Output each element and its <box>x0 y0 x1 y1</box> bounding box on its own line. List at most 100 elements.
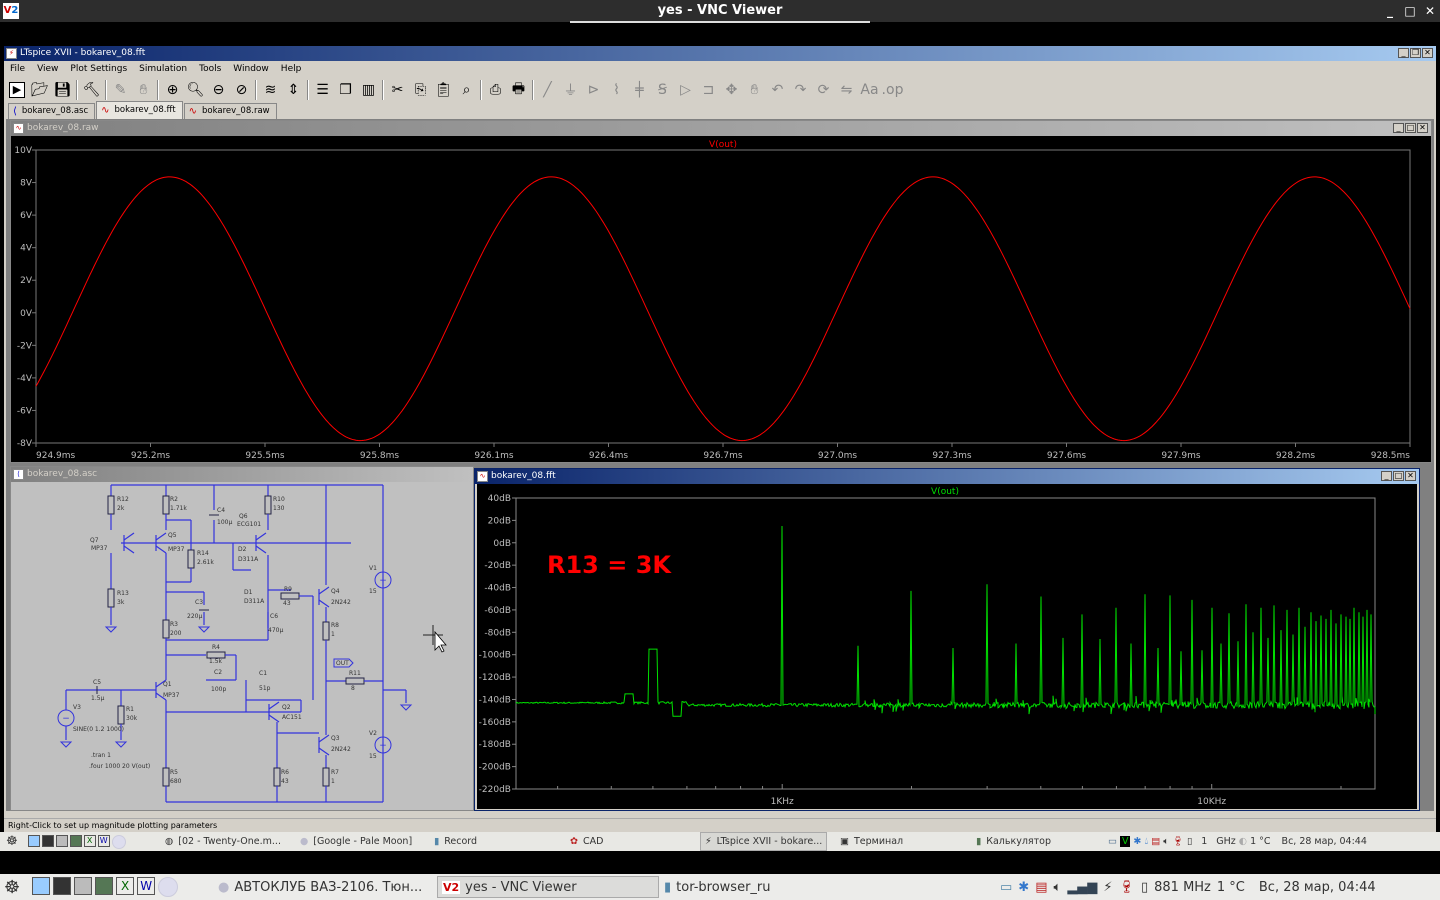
excel-icon[interactable]: X <box>83 834 96 847</box>
tile-vertical-icon[interactable]: ▥ <box>357 79 380 101</box>
maximize-button[interactable]: □ <box>1393 471 1404 481</box>
start-menu-icon[interactable]: ☸ <box>4 877 20 898</box>
cabinet-icon[interactable] <box>55 834 68 847</box>
close-button[interactable]: ✕ <box>1417 123 1428 133</box>
word-icon[interactable]: W <box>97 834 110 847</box>
menu-file[interactable]: File <box>4 62 31 77</box>
halt-icon[interactable]: ✋︎ <box>132 79 155 101</box>
task-calculator[interactable]: ▮ Калькулятор <box>976 836 1051 847</box>
minimize-button[interactable]: _ <box>1398 48 1409 58</box>
resistor-icon[interactable]: ⌇ <box>605 79 628 101</box>
draw-wire-icon[interactable]: ╱ <box>536 79 559 101</box>
bluetooth-icon[interactable]: ✱ <box>1133 836 1141 847</box>
drive-icon[interactable]: ▭ <box>1108 836 1117 847</box>
drop-icon[interactable]: 💧︎ <box>1144 836 1148 847</box>
cut-icon[interactable]: ✂ <box>386 79 409 101</box>
cabinet-icon[interactable] <box>74 877 93 895</box>
menu-window[interactable]: Window <box>227 62 275 77</box>
rotate-icon[interactable]: ⟳ <box>812 79 835 101</box>
task-cad[interactable]: ✿ CAD <box>570 836 603 847</box>
save-icon[interactable]: 💾︎ <box>51 79 74 101</box>
copy-icon[interactable]: ⎘ <box>409 79 432 101</box>
task-ltspice[interactable]: ⚡ LTspice XVII - bokare... <box>700 832 828 851</box>
tab-raw[interactable]: ∿ bokarev_08.raw <box>183 103 277 119</box>
task-record[interactable]: ▮ Record <box>434 836 477 847</box>
probe-icon[interactable]: ✎ <box>109 79 132 101</box>
print-icon[interactable]: 🖶︎ <box>507 79 530 101</box>
spice-directive-icon[interactable]: .op <box>881 79 904 101</box>
ground-icon[interactable]: ⏚ <box>559 79 582 101</box>
wine-icon[interactable]: 🍷︎ <box>1172 836 1184 847</box>
zoom-full-icon[interactable]: 🔍︎ <box>184 79 207 101</box>
calculator-icon[interactable] <box>69 834 82 847</box>
vnc-tray-icon[interactable]: V <box>1119 836 1131 847</box>
component-icon[interactable]: ⊐ <box>697 79 720 101</box>
minimize-button[interactable]: _ <box>1393 123 1404 133</box>
inductor-icon[interactable]: Ꞩ <box>651 79 674 101</box>
minimize-button[interactable]: _ <box>1381 471 1392 481</box>
zoom-cancel-icon[interactable]: ⊘ <box>230 79 253 101</box>
redo-icon[interactable]: ↷ <box>789 79 812 101</box>
maximize-button[interactable]: □ <box>1405 123 1416 133</box>
browser-icon[interactable] <box>158 877 179 897</box>
menu-help[interactable]: Help <box>275 62 308 77</box>
minimize-button[interactable]: _ <box>1380 0 1400 22</box>
paste-icon[interactable]: 📋︎ <box>432 79 455 101</box>
task-pale-moon[interactable]: ● [Google - Pale Moon] <box>300 836 412 847</box>
network-folder-icon[interactable]: ▭ <box>1000 880 1012 895</box>
files-icon[interactable] <box>32 877 51 895</box>
start-menu-icon[interactable]: ☸ <box>6 834 18 849</box>
task-browser[interactable]: ● АВТОКЛУБ ВАЗ-2106. Тюн... <box>218 880 422 895</box>
excel-icon[interactable]: X <box>116 877 135 895</box>
close-button[interactable]: ✕ <box>1405 471 1416 481</box>
files-icon[interactable] <box>27 834 40 847</box>
calculator-icon[interactable] <box>95 877 114 895</box>
menu-simulation[interactable]: Simulation <box>133 62 193 77</box>
word-icon[interactable]: W <box>137 877 156 895</box>
capacitor-icon[interactable]: ╪ <box>628 79 651 101</box>
browser-icon[interactable] <box>111 834 126 849</box>
task-terminal[interactable]: ▣ Терминал <box>840 836 903 847</box>
us-flag-icon[interactable]: ▤ <box>1035 880 1047 895</box>
menu-tools[interactable]: Tools <box>193 62 227 77</box>
mirror-icon[interactable]: ⇋ <box>835 79 858 101</box>
undo-icon[interactable]: ↶ <box>766 79 789 101</box>
power-icon[interactable]: ⚡ <box>1103 880 1112 895</box>
control-panel-icon[interactable]: 🔨︎ <box>80 79 103 101</box>
clock[interactable]: Вс, 28 мар, 04:44 <box>1282 836 1367 847</box>
terminal-icon[interactable] <box>53 877 72 895</box>
volume-icon[interactable]: 🔈︎ <box>1054 880 1062 895</box>
move-icon[interactable]: ✥ <box>720 79 743 101</box>
diode-icon[interactable]: ▷ <box>674 79 697 101</box>
close-button[interactable]: ✕ <box>1422 48 1433 58</box>
tile-horizontal-icon[interactable]: ☰ <box>311 79 334 101</box>
fft-plot[interactable]: 40dB 20dB 0dB -20dB -40dB -60dB -80dB -100dB -12… <box>477 484 1417 809</box>
task-music[interactable]: ◍ [02 - Twenty-One.m... <box>165 836 281 847</box>
label-net-icon[interactable]: ⊳ <box>582 79 605 101</box>
print-preview-icon[interactable]: ⎙ <box>484 79 507 101</box>
wine-icon[interactable]: 🍷︎ <box>1118 880 1135 895</box>
drag-icon[interactable]: ✋︎ <box>743 79 766 101</box>
cascade-icon[interactable]: ❐ <box>334 79 357 101</box>
manual-limits-icon[interactable]: ⇕ <box>282 79 305 101</box>
task-tor-browser[interactable]: ▮ tor-browser_ru <box>664 880 771 895</box>
maximize-button[interactable]: □ <box>1400 0 1420 22</box>
text-icon[interactable]: Aa <box>858 79 881 101</box>
tab-fft[interactable]: ∿ bokarev_08.fft <box>96 101 183 119</box>
zoom-in-icon[interactable]: ⊕ <box>161 79 184 101</box>
volume-icon[interactable]: 🔈︎ <box>1163 836 1169 847</box>
battery-icon[interactable]: ▯ <box>1141 880 1148 895</box>
battery-icon[interactable]: ▯ <box>1187 836 1192 847</box>
tab-asc[interactable]: ⟨ bokarev_08.asc <box>8 103 96 119</box>
menu-plot-settings[interactable]: Plot Settings <box>64 62 133 77</box>
bluetooth-icon[interactable]: ✱ <box>1018 880 1029 895</box>
transient-plot[interactable]: 10V 8V 6V 4V 2V 0V -2V -4V -6V -8V924.9ms 925.2ms 9… <box>11 136 1431 462</box>
autorange-icon[interactable]: ≋ <box>259 79 282 101</box>
restore-button[interactable]: ❐ <box>1410 48 1421 58</box>
zoom-out-icon[interactable]: ⊖ <box>207 79 230 101</box>
close-button[interactable]: ✕ <box>1420 0 1440 22</box>
terminal-icon[interactable] <box>41 834 54 847</box>
open-icon[interactable]: 📂︎ <box>28 79 51 101</box>
us-flag-icon[interactable]: ▤ <box>1151 836 1160 847</box>
menu-view[interactable]: View <box>31 62 64 77</box>
